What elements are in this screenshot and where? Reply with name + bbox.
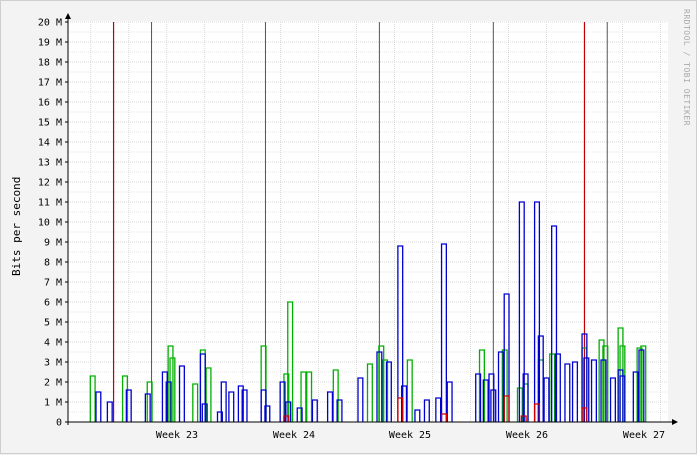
y-tick-label: 12 M	[38, 178, 62, 189]
y-tick-label: 18 M	[38, 58, 62, 69]
y-axis-arrow	[65, 13, 71, 19]
x-tick-label: Week 23	[156, 430, 198, 441]
y-tick-label: 15 M	[38, 118, 62, 129]
y-tick-label: 7 M	[44, 278, 62, 289]
graph-frame: 0 1 M 2 M 3 M 4 M 5 M 6 M 7 M 8 M 9 M 10 M 11 M 12 M…	[0, 0, 697, 454]
y-tick-label: 17 M	[38, 78, 62, 89]
y-tick-label: 2 M	[44, 378, 62, 389]
y-tick-label: 6 M	[44, 298, 62, 309]
y-axis-label: Bits per second	[10, 177, 23, 276]
y-tick-label: 8 M	[44, 258, 62, 269]
y-tick-label: 3 M	[44, 358, 62, 369]
y-tick-label: 9 M	[44, 238, 62, 249]
y-tick-label: 0	[56, 418, 62, 429]
y-tick-label: 20 M	[38, 18, 62, 29]
x-tick-label: Week 27	[623, 430, 665, 441]
y-tick-label: 16 M	[38, 98, 62, 109]
x-tick-label: Week 24	[273, 430, 315, 441]
x-axis-arrow	[672, 419, 678, 425]
y-tick-label: 10 M	[38, 218, 62, 229]
traffic-chart: 0 1 M 2 M 3 M 4 M 5 M 6 M 7 M 8 M 9 M 10 M 11 M 12 M…	[10, 9, 691, 441]
y-tick-label: 1 M	[44, 398, 62, 409]
x-tick-label: Week 25	[389, 430, 431, 441]
y-tick-label: 5 M	[44, 318, 62, 329]
y-tick-label: 4 M	[44, 338, 62, 349]
y-tick-label: 13 M	[38, 158, 62, 169]
y-tick-label: 11 M	[38, 198, 62, 209]
y-tick-label: 14 M	[38, 138, 62, 149]
y-tick-label: 19 M	[38, 38, 62, 49]
x-tick-label: Week 26	[506, 430, 548, 441]
credit-watermark: RRDTOOL / TOBI OETIKER	[682, 9, 691, 126]
